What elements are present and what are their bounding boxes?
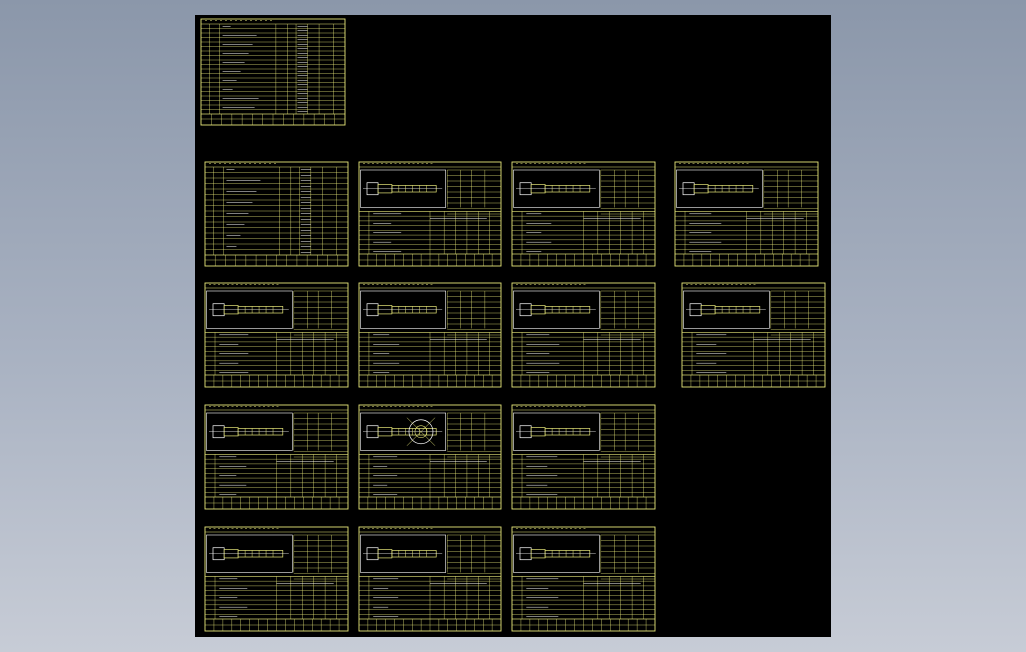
sheet-r3-c3[interactable] [511,404,656,510]
sheet-r2-c1[interactable] [204,282,349,388]
drawing-canvas[interactable] [195,15,831,637]
sheet-r2-c3[interactable] [511,282,656,388]
sheet-r2-c4[interactable] [681,282,826,388]
sheet-r2-c2[interactable] [358,282,502,388]
sheet-r4-c1[interactable] [204,526,349,632]
sheet-r3-c1[interactable] [204,404,349,510]
sheet-r1-c1[interactable] [204,161,349,267]
sheet-r4-c3[interactable] [511,526,656,632]
sheet-r4-c2[interactable] [358,526,502,632]
sheet-r1-c4[interactable] [674,161,819,267]
index-sheet[interactable] [200,18,346,126]
cad-drawing-viewport[interactable] [195,15,831,637]
sheet-r1-c2[interactable] [358,161,502,267]
sheet-r3-c2[interactable] [358,404,502,510]
sheet-r1-c3[interactable] [511,161,656,267]
